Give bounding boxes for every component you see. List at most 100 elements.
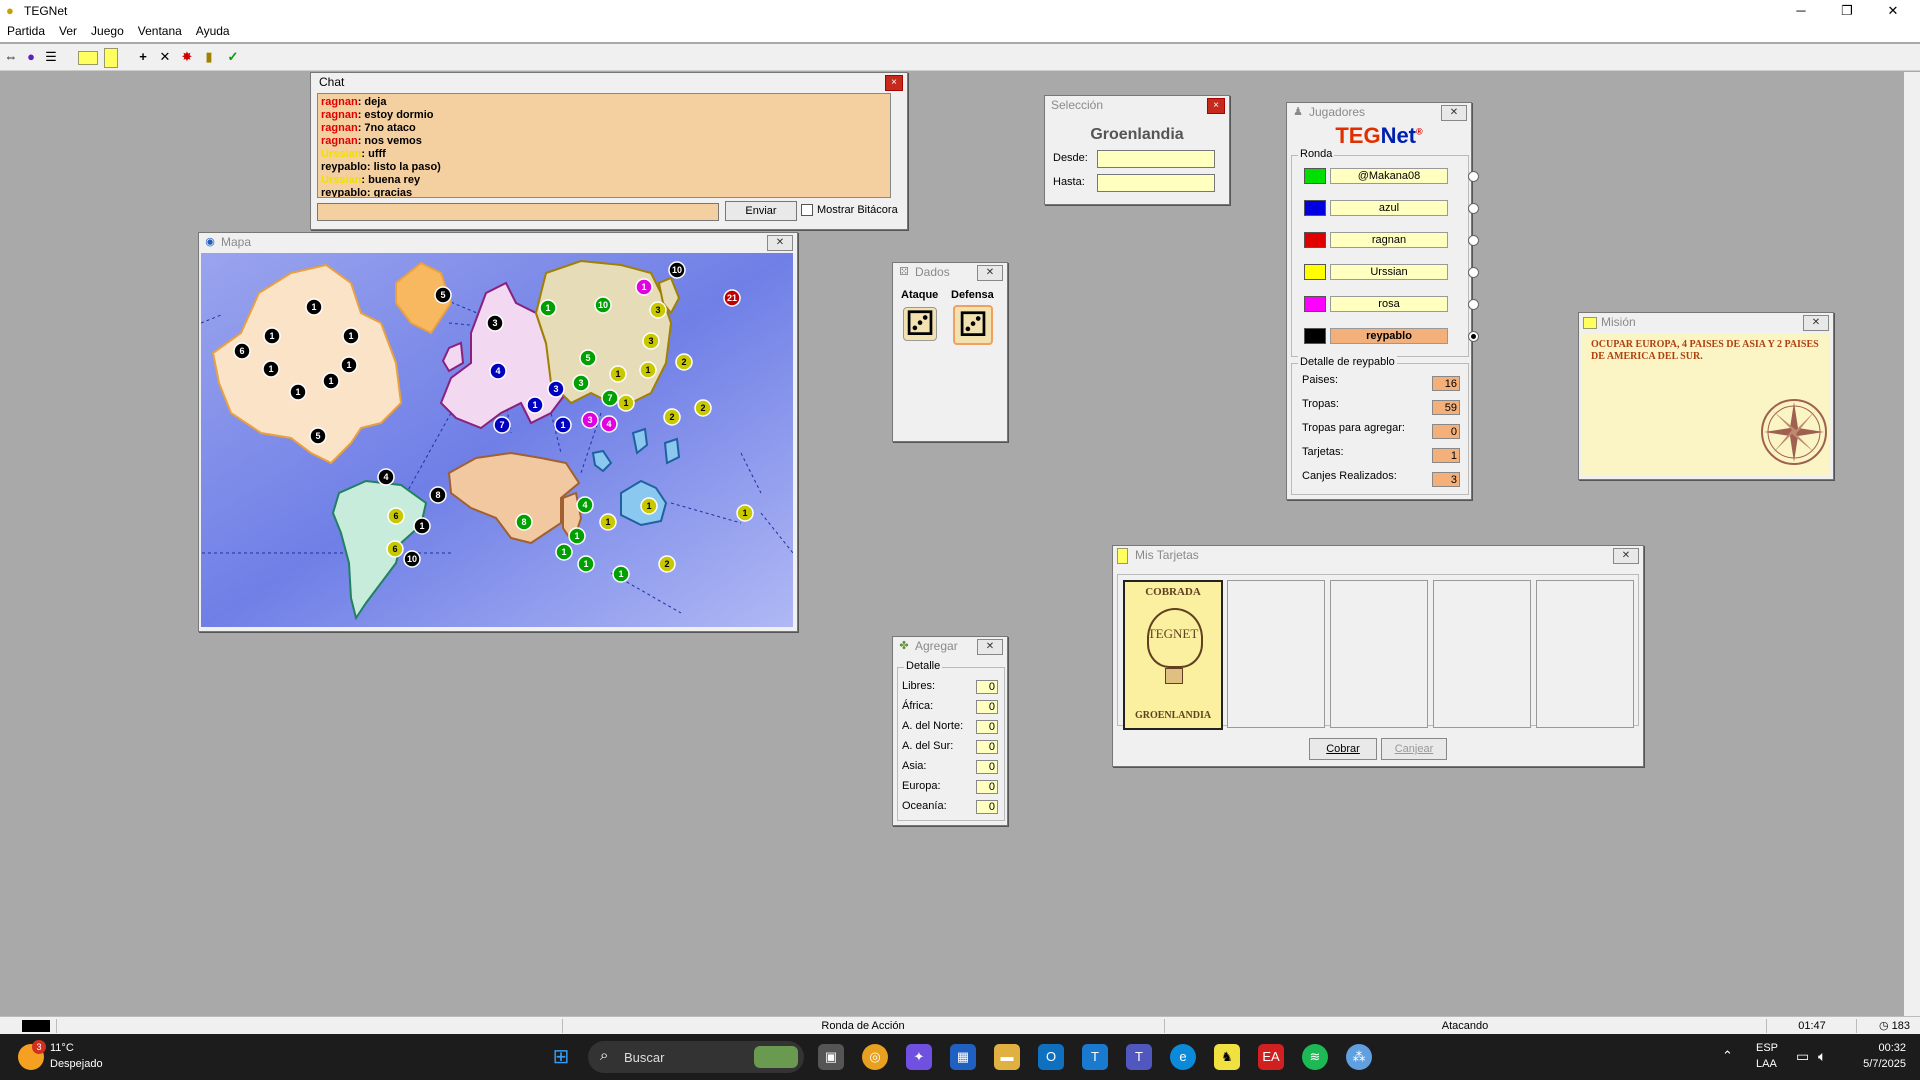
player-turn-radio[interactable]: [1468, 267, 1479, 278]
army-token[interactable]: 1: [413, 517, 431, 535]
army-token[interactable]: 1: [263, 327, 281, 345]
menu-partida[interactable]: Partida: [0, 22, 52, 40]
army-token[interactable]: 1: [639, 361, 657, 379]
connect-icon[interactable]: ⇔: [2, 48, 20, 66]
player-turn-radio[interactable]: [1468, 203, 1479, 214]
dados-close-button[interactable]: ✕: [977, 265, 1003, 281]
army-token[interactable]: 2: [694, 399, 712, 417]
spotify-icon[interactable]: ≋: [1302, 1044, 1328, 1070]
army-token[interactable]: 8: [515, 513, 533, 531]
world-map[interactable]: 151611 1115348616101543137 173 411310211032…: [201, 253, 793, 627]
army-token[interactable]: 10: [594, 296, 612, 314]
show-log-checkbox[interactable]: Mostrar Bitácora: [801, 204, 898, 217]
army-token[interactable]: 10: [668, 261, 686, 279]
army-token[interactable]: 5: [309, 427, 327, 445]
mapa-title-bar[interactable]: ◉ Mapa ✕: [199, 233, 797, 251]
app-icon-circles[interactable]: ⁂: [1346, 1044, 1372, 1070]
seleccion-title-bar[interactable]: Selección ×: [1045, 96, 1229, 114]
army-token[interactable]: 1: [577, 555, 595, 573]
player-turn-radio[interactable]: [1468, 235, 1479, 246]
copilot-icon[interactable]: ✦: [906, 1044, 932, 1070]
agregar-close-button[interactable]: ✕: [977, 639, 1003, 655]
army-token[interactable]: 10: [403, 550, 421, 568]
army-token[interactable]: 4: [576, 496, 594, 514]
army-token[interactable]: 21: [723, 289, 741, 307]
army-token[interactable]: 1: [342, 327, 360, 345]
army-token[interactable]: 6: [233, 342, 251, 360]
chat-input[interactable]: [317, 203, 719, 221]
army-token[interactable]: 1: [612, 565, 630, 583]
chat-log[interactable]: ragnan: deja ragnan: estoy dormio ragnan: …: [317, 93, 891, 198]
clock-date[interactable]: 5/7/2025: [1846, 1058, 1906, 1070]
file-explorer-icon[interactable]: ▬: [994, 1044, 1020, 1070]
player-turn-radio[interactable]: [1468, 299, 1479, 310]
end-turn-icon[interactable]: ✓: [224, 48, 242, 66]
task-view-icon[interactable]: ▣: [818, 1044, 844, 1070]
attack-icon[interactable]: ✕: [156, 48, 174, 66]
army-token[interactable]: 1: [554, 416, 572, 434]
army-token[interactable]: 1: [555, 543, 573, 561]
maximize-button[interactable]: ❐: [1824, 0, 1870, 22]
army-token[interactable]: 1: [736, 504, 754, 522]
chrome-icon[interactable]: ◎: [862, 1044, 888, 1070]
army-token[interactable]: 1: [635, 278, 653, 296]
player-row[interactable]: azul: [1304, 200, 1479, 216]
army-token[interactable]: 1: [340, 356, 358, 374]
teams-icon[interactable]: T: [1126, 1044, 1152, 1070]
player-row[interactable]: @Makana08: [1304, 168, 1479, 184]
tarjetas-title-bar[interactable]: Mis Tarjetas ✕: [1113, 546, 1643, 564]
tegnet-taskbar-icon[interactable]: ♞: [1214, 1044, 1240, 1070]
card-groenlandia[interactable]: COBRADA TEGNET GROENLANDIA: [1123, 580, 1223, 730]
player-row[interactable]: reypablo: [1304, 328, 1479, 344]
menu-ventana[interactable]: Ventana: [131, 22, 189, 40]
mission-icon[interactable]: [78, 51, 98, 65]
collect-button[interactable]: Cobrar: [1309, 738, 1377, 760]
chat-title-bar[interactable]: Chat ×: [311, 73, 907, 91]
army-token[interactable]: 4: [600, 415, 618, 433]
player-turn-radio[interactable]: [1468, 331, 1479, 342]
army-token[interactable]: 4: [377, 468, 395, 486]
language-indicator[interactable]: ESP: [1756, 1042, 1778, 1054]
clock-time[interactable]: 00:32: [1846, 1042, 1906, 1054]
add-armies-icon[interactable]: +: [134, 48, 152, 66]
minimize-button[interactable]: ─: [1778, 0, 1824, 22]
army-token[interactable]: 3: [642, 332, 660, 350]
army-token[interactable]: 4: [489, 362, 507, 380]
army-token[interactable]: 2: [658, 555, 676, 573]
translator-icon[interactable]: T: [1082, 1044, 1108, 1070]
army-token[interactable]: 1: [305, 298, 323, 316]
army-token[interactable]: 1: [640, 497, 658, 515]
network-icon[interactable]: ▭: [1796, 1048, 1809, 1065]
player-row[interactable]: rosa: [1304, 296, 1479, 312]
edge-icon[interactable]: e: [1170, 1044, 1196, 1070]
close-button[interactable]: ✕: [1870, 0, 1916, 22]
mision-close-button[interactable]: ✕: [1803, 315, 1829, 331]
player-turn-radio[interactable]: [1468, 171, 1479, 182]
army-token[interactable]: 8: [429, 486, 447, 504]
army-token[interactable]: 3: [547, 380, 565, 398]
menu-juego[interactable]: Juego: [84, 22, 131, 40]
exchange-button[interactable]: Canjear: [1381, 738, 1447, 760]
player-row[interactable]: ragnan: [1304, 232, 1479, 248]
army-token[interactable]: 2: [663, 408, 681, 426]
regroup-icon[interactable]: ✸: [178, 48, 196, 66]
army-token[interactable]: 1: [617, 394, 635, 412]
card-icon[interactable]: [104, 48, 118, 68]
search-box[interactable]: ⌕ Buscar: [588, 1041, 804, 1073]
army-token[interactable]: 7: [493, 416, 511, 434]
windows-start-icon[interactable]: ⊞: [548, 1044, 574, 1070]
dados-title-bar[interactable]: ⚄ Dados ✕: [893, 263, 1007, 281]
army-token[interactable]: 6: [386, 540, 404, 558]
army-token[interactable]: 3: [649, 301, 667, 319]
army-token[interactable]: 1: [539, 299, 557, 317]
player-row[interactable]: Urssian: [1304, 264, 1479, 280]
get-card-icon[interactable]: ▮: [200, 48, 218, 66]
mision-title-bar[interactable]: Misión ✕: [1579, 313, 1833, 331]
chat-close-button[interactable]: ×: [885, 75, 903, 91]
army-token[interactable]: 1: [262, 360, 280, 378]
army-token[interactable]: 7: [601, 389, 619, 407]
army-token[interactable]: 5: [579, 349, 597, 367]
army-token[interactable]: 3: [486, 314, 504, 332]
agregar-title-bar[interactable]: ✤ Agregar ✕: [893, 637, 1007, 655]
army-token[interactable]: 2: [675, 353, 693, 371]
